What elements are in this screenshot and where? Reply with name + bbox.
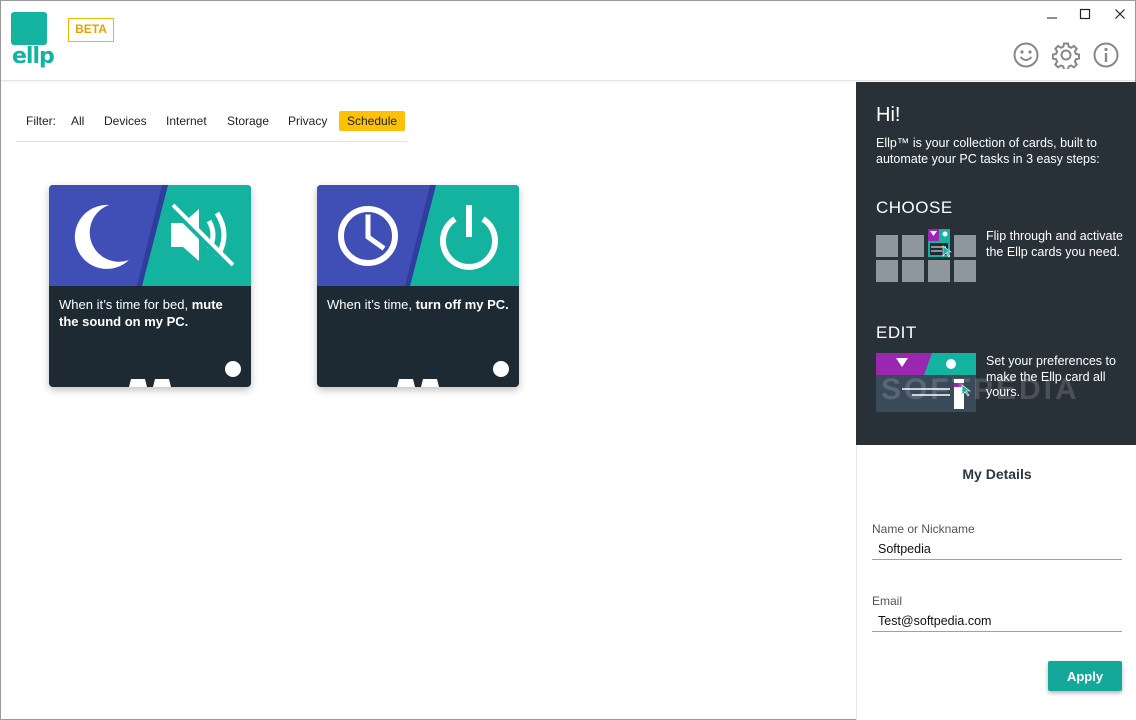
info-icon <box>1093 42 1119 68</box>
card-description: When it’s time, turn off my PC. <box>327 297 509 312</box>
card-toggle-dot[interactable] <box>493 361 509 377</box>
close-button[interactable] <box>1108 5 1132 25</box>
filter-privacy[interactable]: Privacy <box>288 111 327 131</box>
card-toggle-dot[interactable] <box>225 361 241 377</box>
filter-label: Filter: <box>26 114 56 128</box>
maximize-icon <box>1079 8 1091 20</box>
card-art <box>317 185 519 286</box>
ellp-logo: ellp <box>11 12 55 70</box>
name-input[interactable] <box>872 538 1122 560</box>
minimize-icon <box>1047 17 1057 19</box>
filter-internet[interactable]: Internet <box>166 111 207 131</box>
card-art <box>49 185 251 286</box>
card-notch <box>397 379 439 387</box>
logo-text: ellp <box>12 44 55 69</box>
maximize-button[interactable] <box>1073 5 1097 25</box>
settings-button[interactable] <box>1051 41 1081 71</box>
close-icon <box>1115 9 1125 19</box>
beta-badge: BETA <box>68 18 114 42</box>
name-label: Name or Nickname <box>872 522 975 536</box>
card-description: When it’s time for bed, mute the sound o… <box>59 297 223 329</box>
filter-bar: Filter: All Devices Internet Storage Pri… <box>16 108 407 142</box>
details-title: My Details <box>962 466 1032 482</box>
choose-illustration <box>876 229 976 282</box>
filter-schedule[interactable]: Schedule <box>339 111 406 131</box>
intro-text: Ellp™ is your collection of cards, built… <box>876 136 1100 166</box>
info-button[interactable] <box>1092 41 1120 69</box>
softpedia-watermark: SOFTPEDIA <box>881 373 1080 406</box>
step-choose-title: CHOOSE <box>876 198 953 217</box>
step-choose-text: Flip through and activate the Ellp cards… <box>986 229 1123 259</box>
app-window: ellp BETA Filter: All Devices Internet S… <box>0 0 1136 720</box>
minimize-button[interactable] <box>1040 5 1064 25</box>
filter-all[interactable]: All <box>71 111 84 131</box>
feedback-button[interactable] <box>1012 41 1040 69</box>
email-input[interactable] <box>872 610 1122 632</box>
smiley-icon <box>1013 42 1039 68</box>
filter-storage[interactable]: Storage <box>227 111 269 131</box>
apply-button[interactable]: Apply <box>1048 661 1122 691</box>
app-header: ellp BETA <box>1 1 1135 81</box>
logo-square <box>11 12 47 45</box>
card-mute-sound[interactable]: When it’s time for bed, mute the sound o… <box>49 185 251 387</box>
my-details-panel: My Details Name or Nickname Email Apply <box>856 445 1136 720</box>
gear-icon <box>1051 42 1081 71</box>
filter-devices[interactable]: Devices <box>104 111 147 131</box>
card-notch <box>129 379 171 387</box>
card-turn-off-pc[interactable]: When it’s time, turn off my PC. <box>317 185 519 387</box>
step-edit-title: EDIT <box>876 323 917 342</box>
greeting: Hi! <box>876 104 901 126</box>
email-label: Email <box>872 594 903 608</box>
